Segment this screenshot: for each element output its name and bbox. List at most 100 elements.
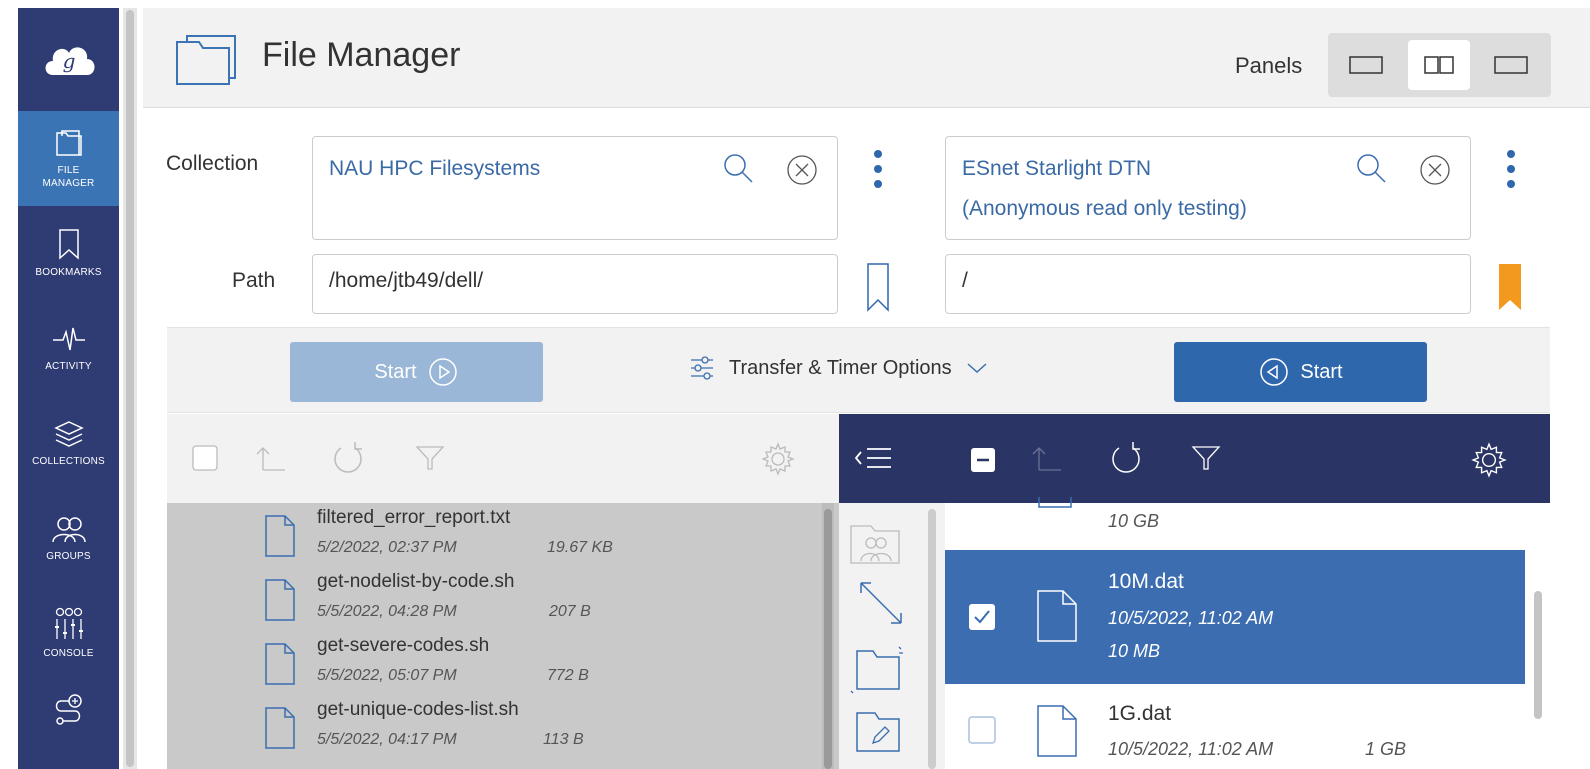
- activity-icon: [52, 327, 85, 351]
- file-date: 10/5/2022, 11:02 AM: [1108, 608, 1274, 628]
- nav-flows[interactable]: [18, 681, 119, 741]
- transfer-options-label: Transfer & Timer Options: [729, 356, 952, 379]
- transfer-arrow-icon[interactable]: [857, 579, 905, 627]
- list-item[interactable]: get-unique-codes-list.sh 5/5/2022, 04:17…: [167, 695, 817, 759]
- file-icon: [265, 579, 295, 621]
- start-transfer-right-button[interactable]: Start: [1174, 342, 1427, 402]
- nav-file-manager[interactable]: FILE MANAGER: [18, 111, 119, 206]
- transfer-options-toggle[interactable]: Transfer & Timer Options: [689, 355, 988, 381]
- settings-gear-icon[interactable]: [1471, 442, 1507, 478]
- filter-icon[interactable]: [415, 444, 445, 472]
- up-folder-icon[interactable]: [1029, 444, 1063, 472]
- list-item[interactable]: get-nodelist-by-code.sh 5/5/2022, 04:28 …: [167, 567, 817, 631]
- bookmark-icon: [58, 229, 79, 260]
- left-pane-toolbar: [167, 414, 839, 503]
- select-all-checkbox[interactable]: [969, 446, 997, 474]
- file-size: 113 B: [543, 731, 584, 748]
- right-pane-toolbar: [839, 414, 1550, 503]
- collapse-menu-icon[interactable]: [853, 446, 893, 470]
- collections-icon: [53, 421, 84, 447]
- list-item[interactable]: 1G.dat 10/5/2022, 11:02 AM 1 GB: [945, 685, 1525, 769]
- single-panel-button[interactable]: [1335, 40, 1397, 90]
- flows-icon: [55, 694, 82, 725]
- nav-bookmarks[interactable]: BOOKMARKS: [18, 206, 119, 301]
- start-transfer-left-button[interactable]: Start: [290, 342, 543, 402]
- right-file-list: 10 GB 10M.dat 10/5/2022, 11:02 AM 10 MB …: [945, 497, 1550, 769]
- right-list-scrollbar[interactable]: [1531, 503, 1545, 769]
- bookmark-filled-icon[interactable]: [1497, 262, 1523, 312]
- file-name: 1G.dat: [1108, 702, 1172, 725]
- clear-icon[interactable]: [1418, 153, 1452, 187]
- nav-label-bookmarks: BOOKMARKS: [35, 267, 102, 278]
- left-collection-field[interactable]: NAU HPC Filesystems: [312, 136, 838, 240]
- nav-label-groups: GROUPS: [46, 551, 91, 562]
- nav-collections[interactable]: COLLECTIONS: [18, 396, 119, 491]
- play-right-icon: [428, 358, 457, 386]
- dual-panel-icon: [1424, 56, 1454, 74]
- file-size: 1 GB: [1365, 739, 1407, 759]
- sliders-icon: [691, 356, 713, 380]
- checked-checkbox[interactable]: [967, 602, 997, 632]
- file-name: get-severe-codes.sh: [317, 635, 490, 656]
- app-root: g FILE MANAGER BOOKMARKS ACTIVITY COLLEC…: [0, 0, 1590, 769]
- collection-label: Collection: [166, 152, 259, 175]
- file-date: 10/5/2022, 11:02 AM: [1108, 739, 1274, 759]
- rename-icon[interactable]: [853, 709, 903, 755]
- list-item[interactable]: filtered_error_report.txt 5/2/2022, 02:3…: [167, 503, 817, 567]
- file-date: 5/5/2022, 04:28 PM: [317, 603, 457, 620]
- file-size: 10 GB: [1108, 511, 1160, 531]
- nav-label-manager: MANAGER: [42, 177, 95, 189]
- groups-icon: [51, 517, 86, 543]
- page-title: File Manager: [262, 36, 461, 74]
- settings-gear-icon[interactable]: [761, 442, 795, 476]
- middle-scrollbar[interactable]: [928, 509, 936, 769]
- left-path-input[interactable]: /home/jtb49/dell/: [312, 254, 838, 314]
- console-icon: [54, 607, 83, 639]
- left-file-list: filtered_error_report.txt 5/2/2022, 02:3…: [167, 503, 839, 769]
- path-label: Path: [232, 269, 276, 292]
- file-size: 19.67 KB: [547, 539, 613, 556]
- refresh-icon[interactable]: [1109, 438, 1145, 478]
- new-folder-icon[interactable]: [849, 645, 905, 695]
- left-options-icon[interactable]: [868, 148, 888, 192]
- file-icon: [265, 707, 295, 749]
- left-list-scrollbar[interactable]: [822, 503, 834, 769]
- file-icon: [1037, 705, 1077, 757]
- right-path-input[interactable]: /: [945, 254, 1471, 314]
- file-size: 207 B: [549, 603, 591, 620]
- nav-scrollbar[interactable]: [123, 8, 137, 769]
- right-path-value: /: [962, 269, 968, 292]
- checkbox[interactable]: [967, 715, 997, 745]
- wide-panel-button[interactable]: [1480, 40, 1542, 90]
- globus-logo[interactable]: g: [18, 8, 119, 111]
- single-panel-icon: [1349, 56, 1383, 74]
- file-size: 772 B: [547, 667, 589, 684]
- file-date: 5/2/2022, 02:37 PM: [317, 539, 457, 556]
- panels-label: Panels: [1235, 53, 1303, 78]
- filter-icon[interactable]: [1191, 444, 1221, 472]
- nav-activity[interactable]: ACTIVITY: [18, 301, 119, 396]
- right-collection-subtitle: (Anonymous read only testing): [962, 197, 1247, 220]
- refresh-icon[interactable]: [331, 440, 367, 478]
- search-icon[interactable]: [1354, 151, 1388, 185]
- start-left-label: Start: [374, 360, 417, 383]
- clear-icon[interactable]: [785, 153, 819, 187]
- nav-console[interactable]: CONSOLE: [18, 586, 119, 681]
- up-folder-icon[interactable]: [253, 444, 287, 472]
- list-item[interactable]: 10 GB: [945, 497, 1525, 549]
- list-item-selected[interactable]: 10M.dat 10/5/2022, 11:02 AM 10 MB: [945, 550, 1525, 684]
- file-icon: [265, 643, 295, 685]
- wide-panel-icon: [1494, 56, 1528, 74]
- bookmark-icon[interactable]: [865, 262, 891, 312]
- share-icon[interactable]: [849, 521, 903, 565]
- right-options-icon[interactable]: [1501, 148, 1521, 192]
- file-name: get-nodelist-by-code.sh: [317, 571, 515, 592]
- select-all-checkbox[interactable]: [191, 444, 219, 472]
- dual-panel-button[interactable]: [1408, 40, 1470, 90]
- right-collection-field[interactable]: ESnet Starlight DTN (Anonymous read only…: [945, 136, 1471, 240]
- play-left-icon: [1260, 358, 1289, 386]
- file-name: 10M.dat: [1108, 570, 1184, 593]
- search-icon[interactable]: [721, 151, 755, 185]
- list-item[interactable]: get-severe-codes.sh 5/5/2022, 05:07 PM 7…: [167, 631, 817, 695]
- nav-groups[interactable]: GROUPS: [18, 491, 119, 586]
